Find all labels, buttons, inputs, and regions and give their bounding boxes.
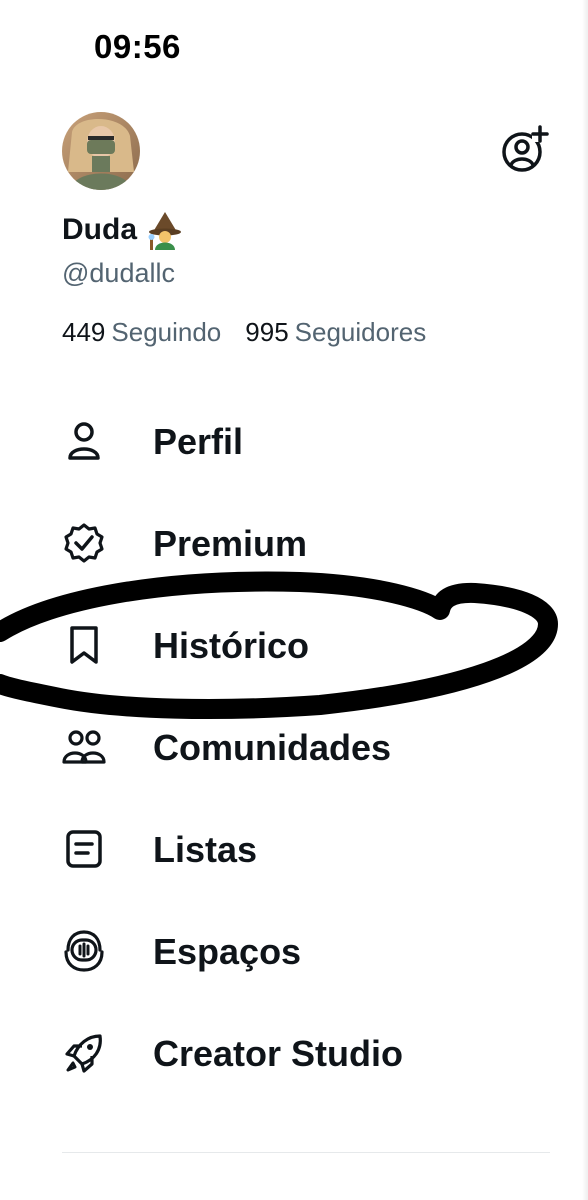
following-label: Seguindo — [111, 317, 222, 347]
person-icon — [68, 422, 100, 460]
mage-emoji-icon — [148, 212, 181, 250]
menu-item-creator-studio[interactable]: Creator Studio — [62, 1024, 403, 1084]
communities-icon — [62, 730, 106, 764]
menu-item-label: Perfil — [153, 421, 244, 462]
menu-item-perfil[interactable]: Perfil — [62, 412, 243, 472]
avatar[interactable] — [62, 112, 140, 190]
menu-item-label: Comunidades — [153, 727, 392, 768]
menu-item-premium[interactable]: Premium — [62, 514, 307, 574]
menu-divider — [62, 1152, 550, 1153]
spaces-icon — [64, 930, 104, 972]
menu-item-comunidades[interactable]: Comunidades — [62, 718, 391, 778]
display-name[interactable]: Duda — [62, 208, 183, 252]
menu-item-espacos[interactable]: Espaços — [62, 922, 301, 982]
menu-item-label: Listas — [153, 829, 258, 870]
followers-link[interactable]: 995 Seguidores — [245, 317, 426, 348]
menu-item-label: Espaços — [153, 931, 302, 972]
following-count: 449 — [62, 317, 106, 347]
avatar-photo — [62, 112, 140, 190]
menu-item-label: Histórico — [153, 625, 310, 666]
rocket-icon — [65, 1034, 102, 1073]
bookmark-icon — [70, 626, 98, 664]
display-name-text: Duda — [62, 213, 137, 246]
menu-item-label: Creator Studio — [153, 1033, 404, 1074]
menu-item-label: Premium — [153, 523, 308, 564]
followers-count: 995 — [245, 317, 289, 347]
status-bar-time: 09:56 — [94, 28, 181, 65]
user-handle: @dudallc — [62, 258, 175, 288]
verified-badge-icon — [64, 523, 104, 563]
following-link[interactable]: 449 Seguindo — [62, 317, 221, 348]
screen-edge — [582, 0, 588, 1200]
list-icon — [66, 830, 102, 868]
menu-item-listas[interactable]: Listas — [62, 820, 257, 880]
menu-item-historico[interactable]: Histórico — [62, 616, 309, 676]
follow-stats: 449 Seguindo 995 Seguidores — [62, 317, 426, 348]
followers-label: Seguidores — [294, 317, 427, 347]
add-account-icon[interactable] — [500, 124, 550, 174]
